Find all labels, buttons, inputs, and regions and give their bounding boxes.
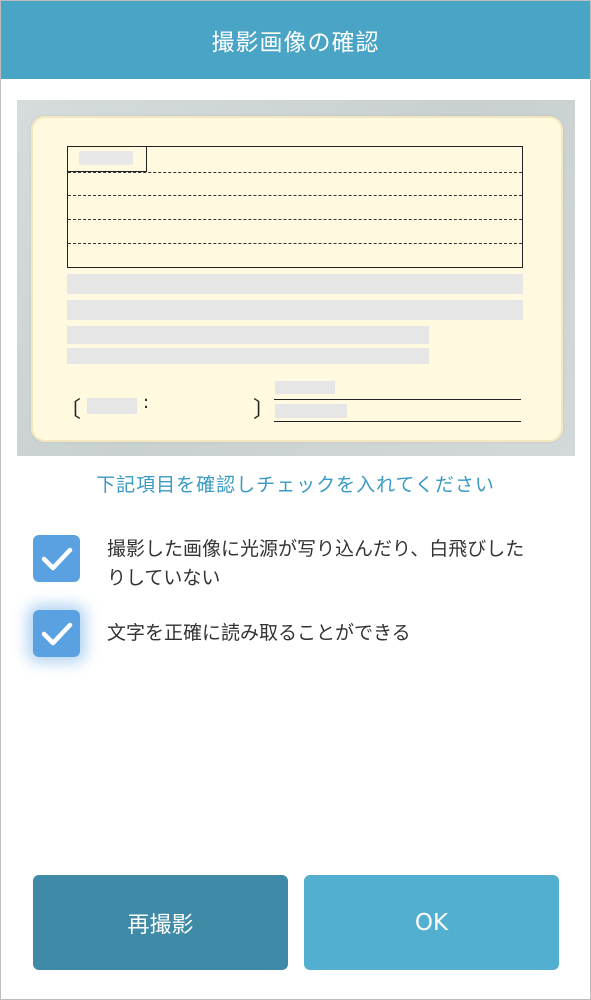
page-title: 撮影画像の確認 (211, 30, 380, 56)
ok-button-label: OK (414, 909, 449, 936)
instruction-text: 下記項目を確認しチェックを入れてください (96, 474, 495, 496)
retake-button[interactable]: 再撮影 (33, 875, 288, 970)
id-card-illustration: 〔 : 〕 (31, 116, 563, 442)
captured-image: 〔 : 〕 (17, 100, 575, 456)
check-label-readable: 文字を正確に読み取ることができる (107, 622, 411, 644)
check-item-readable[interactable]: 文字を正確に読み取ることができる (33, 610, 532, 657)
checkbox-readable[interactable] (33, 610, 80, 657)
card-name-tab (67, 146, 147, 172)
retake-button-label: 再撮影 (127, 912, 194, 938)
check-item-no-glare[interactable]: 撮影した画像に光源が写り込んだり、白飛びしたりしていない (33, 535, 532, 593)
card-info-box (67, 146, 523, 268)
checkbox-no-glare[interactable] (33, 535, 80, 582)
card-colon: : (143, 392, 150, 413)
check-label-no-glare: 撮影した画像に光源が写り込んだり、白飛びしたりしていない (107, 538, 525, 589)
ok-button[interactable]: OK (304, 875, 559, 970)
checkmark-icon (41, 547, 72, 570)
checkmark-icon (41, 622, 72, 645)
header-bar: 撮影画像の確認 (1, 1, 590, 79)
